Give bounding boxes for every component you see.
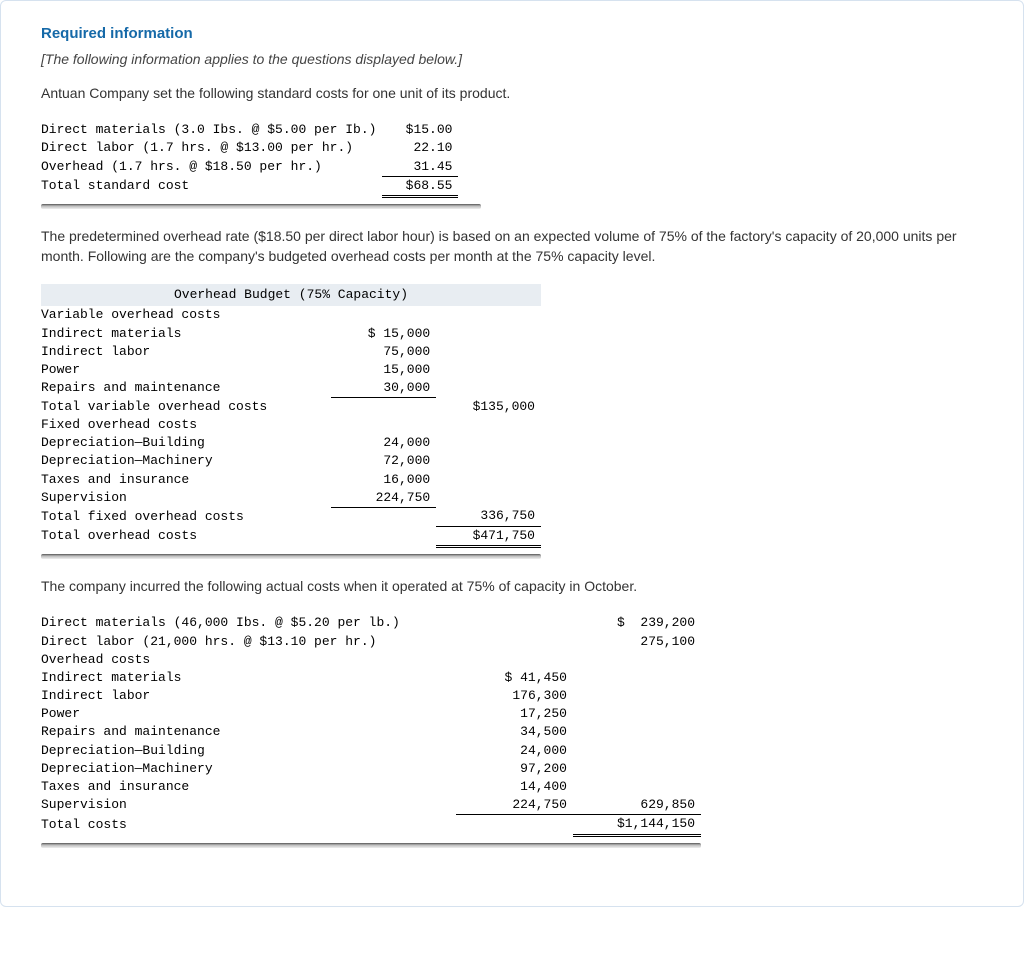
grand-amt: $471,750 [436,526,541,546]
divider [41,554,541,559]
actual-row-amt: 224,750 [456,796,573,815]
fix-head: Fixed overhead costs [41,416,541,434]
var-total-amt: $135,000 [436,398,541,416]
grand-label: Total overhead costs [41,526,331,546]
actual-row-label: Indirect materials [41,669,456,687]
budget-row-amt: $ 15,000 [331,325,436,343]
actual-costs-table: Direct materials (46,000 Ibs. @ $5.20 pe… [41,614,701,836]
budget-row-amt: 16,000 [331,471,436,489]
para-actual-costs: The company incurred the following actua… [41,577,983,597]
budget-title: Overhead Budget (75% Capacity) [41,284,541,306]
budget-row-amt: 30,000 [331,379,436,398]
budget-row-amt: 15,000 [331,361,436,379]
budget-row-amt: 224,750 [331,489,436,508]
actual-row-label: Power [41,705,456,723]
budget-row-label: Repairs and maintenance [41,379,331,398]
divider [41,204,481,209]
budget-row-amt: 24,000 [331,434,436,452]
fix-total-amt: 336,750 [436,507,541,526]
budget-row-amt: 75,000 [331,343,436,361]
actual-row-amt: 14,400 [456,778,573,796]
actual-row-label: Depreciation—Building [41,742,456,760]
budget-row-label: Supervision [41,489,331,508]
budget-row-amt: 72,000 [331,452,436,470]
std-row-amt: 22.10 [382,139,458,157]
actual-row-label: Taxes and insurance [41,778,456,796]
para-overhead-rate: The predetermined overhead rate ($18.50 … [41,227,983,266]
actual-row-label: Direct labor (21,000 hrs. @ $13.10 per h… [41,633,456,651]
heading-required-info: Required information [41,23,983,44]
actual-row-amt: 275,100 [573,633,701,651]
actual-row-label: Indirect labor [41,687,456,705]
actual-row-amt: 34,500 [456,723,573,741]
actual-row-amt: 176,300 [456,687,573,705]
std-total-label: Total standard cost [41,176,382,196]
std-total-amt: $68.55 [382,176,458,196]
std-row-amt: $15.00 [382,121,458,139]
std-row-label: Direct labor (1.7 hrs. @ $13.00 per hr.) [41,139,382,157]
overhead-budget-table: Overhead Budget (75% Capacity) Variable … [41,284,541,548]
divider [41,843,701,848]
budget-row-label: Depreciation—Machinery [41,452,331,470]
budget-row-label: Indirect labor [41,343,331,361]
fix-total-label: Total fixed overhead costs [41,507,331,526]
actual-row-amt: 24,000 [456,742,573,760]
actual-total-amt: $1,144,150 [573,815,701,835]
var-head: Variable overhead costs [41,306,541,324]
standard-cost-table: Direct materials (3.0 Ibs. @ $5.00 per I… [41,121,458,198]
var-total-label: Total variable overhead costs [41,398,331,416]
oh-label: Overhead costs [41,651,456,669]
actual-row-label: Depreciation—Machinery [41,760,456,778]
actual-row-amt: $ 239,200 [573,614,701,632]
std-row-label: Direct materials (3.0 Ibs. @ $5.00 per I… [41,121,382,139]
para-standard-costs: Antuan Company set the following standar… [41,84,983,104]
actual-row-amt: 97,200 [456,760,573,778]
actual-row-amt: $ 41,450 [456,669,573,687]
actual-total-label: Total costs [41,815,456,835]
actual-row-label: Direct materials (46,000 Ibs. @ $5.20 pe… [41,614,456,632]
intro-italic: [The following information applies to th… [41,50,983,70]
actual-row-label: Supervision [41,796,456,815]
actual-row-label: Repairs and maintenance [41,723,456,741]
oh-total: 629,850 [573,796,701,815]
budget-row-label: Taxes and insurance [41,471,331,489]
actual-row-amt: 17,250 [456,705,573,723]
std-row-label: Overhead (1.7 hrs. @ $18.50 per hr.) [41,158,382,177]
budget-row-label: Power [41,361,331,379]
budget-row-label: Indirect materials [41,325,331,343]
std-row-amt: 31.45 [382,158,458,177]
budget-row-label: Depreciation—Building [41,434,331,452]
